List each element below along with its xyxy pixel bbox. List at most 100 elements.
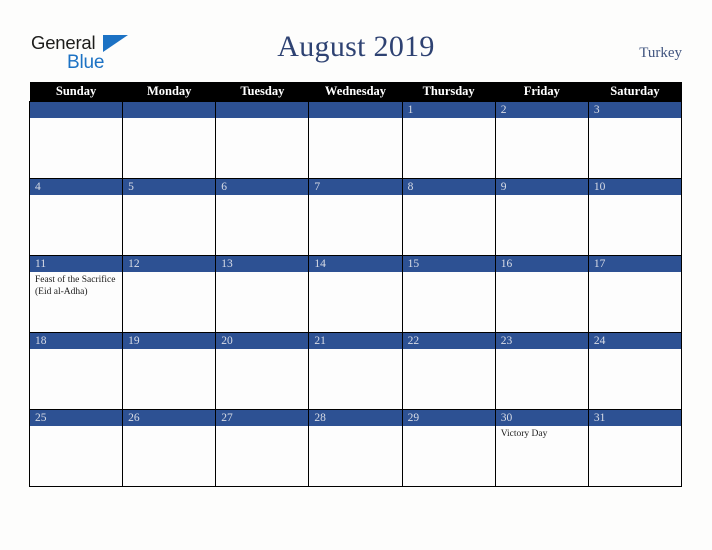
calendar-day-cell[interactable]: 22: [401, 332, 496, 410]
calendar-day-cell[interactable]: 4: [28, 178, 124, 256]
day-number: 30: [495, 410, 588, 426]
calendar-day-cell[interactable]: 10: [587, 178, 683, 256]
day-cell-content: 16: [495, 256, 588, 332]
calendar-week-row: 25 26 27 28 29 30 Victory Day 31: [28, 409, 683, 487]
day-cell-content: 14: [309, 256, 402, 332]
day-number: 18: [30, 333, 123, 349]
calendar-day-cell[interactable]: 16: [494, 255, 589, 333]
calendar-day-cell[interactable]: 11 Feast of the Sacrifice (Eid al-Adha): [28, 255, 124, 333]
day-number: 27: [216, 410, 309, 426]
day-cell-content: [123, 102, 216, 178]
day-number: 3: [588, 102, 681, 118]
holiday-label: Victory Day: [500, 429, 548, 439]
day-cell-content: 18: [30, 333, 123, 409]
day-number: 29: [402, 410, 495, 426]
day-number: 28: [309, 410, 402, 426]
day-number: 21: [309, 333, 402, 349]
day-cell-content: 6: [216, 179, 309, 255]
calendar-day-cell[interactable]: 2: [494, 101, 589, 179]
calendar-day-cell[interactable]: 13: [215, 255, 310, 333]
calendar-day-cell[interactable]: 28: [308, 409, 403, 487]
day-number: 1: [402, 102, 495, 118]
day-cell-content: 8: [402, 179, 495, 255]
page-header: General Blue August 2019 Turkey: [0, 0, 712, 82]
day-number: 10: [588, 179, 681, 195]
day-cell-content: 12: [123, 256, 216, 332]
day-number: 22: [402, 333, 495, 349]
day-number: 12: [123, 256, 216, 272]
calendar-empty-cell: [215, 101, 310, 179]
day-number: 25: [30, 410, 123, 426]
calendar-day-cell[interactable]: 8: [401, 178, 496, 256]
day-number: 5: [123, 179, 216, 195]
day-cell-content: 29: [402, 410, 495, 486]
calendar-day-cell[interactable]: 9: [494, 178, 589, 256]
calendar-day-cell[interactable]: 20: [215, 332, 310, 410]
calendar-day-cell[interactable]: 27: [215, 409, 310, 487]
day-cell-content: 23: [495, 333, 588, 409]
day-number: [309, 102, 402, 118]
calendar-empty-cell: [122, 101, 217, 179]
day-number: [216, 102, 309, 118]
day-number: 23: [495, 333, 588, 349]
day-cell-content: 27: [216, 410, 309, 486]
calendar-day-cell[interactable]: 15: [401, 255, 496, 333]
calendar-day-cell[interactable]: 17: [587, 255, 683, 333]
day-cell-content: [216, 102, 309, 178]
day-number: 9: [495, 179, 588, 195]
day-cell-content: 11 Feast of the Sacrifice (Eid al-Adha): [30, 256, 123, 332]
calendar-day-cell[interactable]: 30 Victory Day: [494, 409, 589, 487]
day-cell-content: 30 Victory Day: [495, 410, 588, 486]
weekday-header-thursday: Thursday: [402, 82, 496, 102]
calendar-empty-cell: [28, 101, 124, 179]
weekday-header-sunday: Sunday: [29, 82, 123, 102]
day-number: 31: [588, 410, 681, 426]
calendar-day-cell[interactable]: 25: [28, 409, 124, 487]
day-cell-content: 13: [216, 256, 309, 332]
day-number: 16: [495, 256, 588, 272]
calendar-day-cell[interactable]: 31: [587, 409, 683, 487]
calendar-week-row: 18 19 20 21 22 23 24: [28, 332, 683, 410]
calendar-day-cell[interactable]: 1: [401, 101, 496, 179]
day-cell-content: 4: [30, 179, 123, 255]
day-cell-content: 10: [588, 179, 681, 255]
day-cell-content: 17: [588, 256, 681, 332]
calendar-day-cell[interactable]: 5: [122, 178, 217, 256]
calendar-week-row: 123: [28, 101, 683, 179]
weekday-header-tuesday: Tuesday: [215, 82, 309, 102]
day-number: 6: [216, 179, 309, 195]
day-cell-content: 31: [588, 410, 681, 486]
calendar-day-cell[interactable]: 7: [308, 178, 403, 256]
day-cell-content: 2: [495, 102, 588, 178]
calendar-header-row: Sunday Monday Tuesday Wednesday Thursday…: [29, 82, 682, 102]
day-cell-content: 26: [123, 410, 216, 486]
weekday-header-saturday: Saturday: [588, 82, 682, 102]
calendar-day-cell[interactable]: 12: [122, 255, 217, 333]
day-cell-content: 19: [123, 333, 216, 409]
calendar-day-cell[interactable]: 6: [215, 178, 310, 256]
weekday-header-friday: Friday: [495, 82, 589, 102]
calendar-day-cell[interactable]: 19: [122, 332, 217, 410]
day-number: 20: [216, 333, 309, 349]
page-title: August 2019: [277, 30, 435, 63]
day-cell-content: 28: [309, 410, 402, 486]
day-cell-content: 5: [123, 179, 216, 255]
day-number: 15: [402, 256, 495, 272]
calendar-page: General Blue August 2019 Turkey Sunday M…: [0, 0, 712, 550]
calendar-day-cell[interactable]: 26: [122, 409, 217, 487]
day-number: 19: [123, 333, 216, 349]
calendar-day-cell[interactable]: 21: [308, 332, 403, 410]
country-label: Turkey: [639, 45, 682, 61]
day-number: 17: [588, 256, 681, 272]
day-cell-content: 9: [495, 179, 588, 255]
day-cell-content: 7: [309, 179, 402, 255]
calendar-day-cell[interactable]: 24: [587, 332, 683, 410]
day-cell-content: 20: [216, 333, 309, 409]
calendar-day-cell[interactable]: 14: [308, 255, 403, 333]
calendar-day-cell[interactable]: 23: [494, 332, 589, 410]
calendar-day-cell[interactable]: 29: [401, 409, 496, 487]
calendar-day-cell[interactable]: 3: [587, 101, 683, 179]
calendar-day-cell[interactable]: 18: [28, 332, 124, 410]
day-number: 2: [495, 102, 588, 118]
day-number: 26: [123, 410, 216, 426]
